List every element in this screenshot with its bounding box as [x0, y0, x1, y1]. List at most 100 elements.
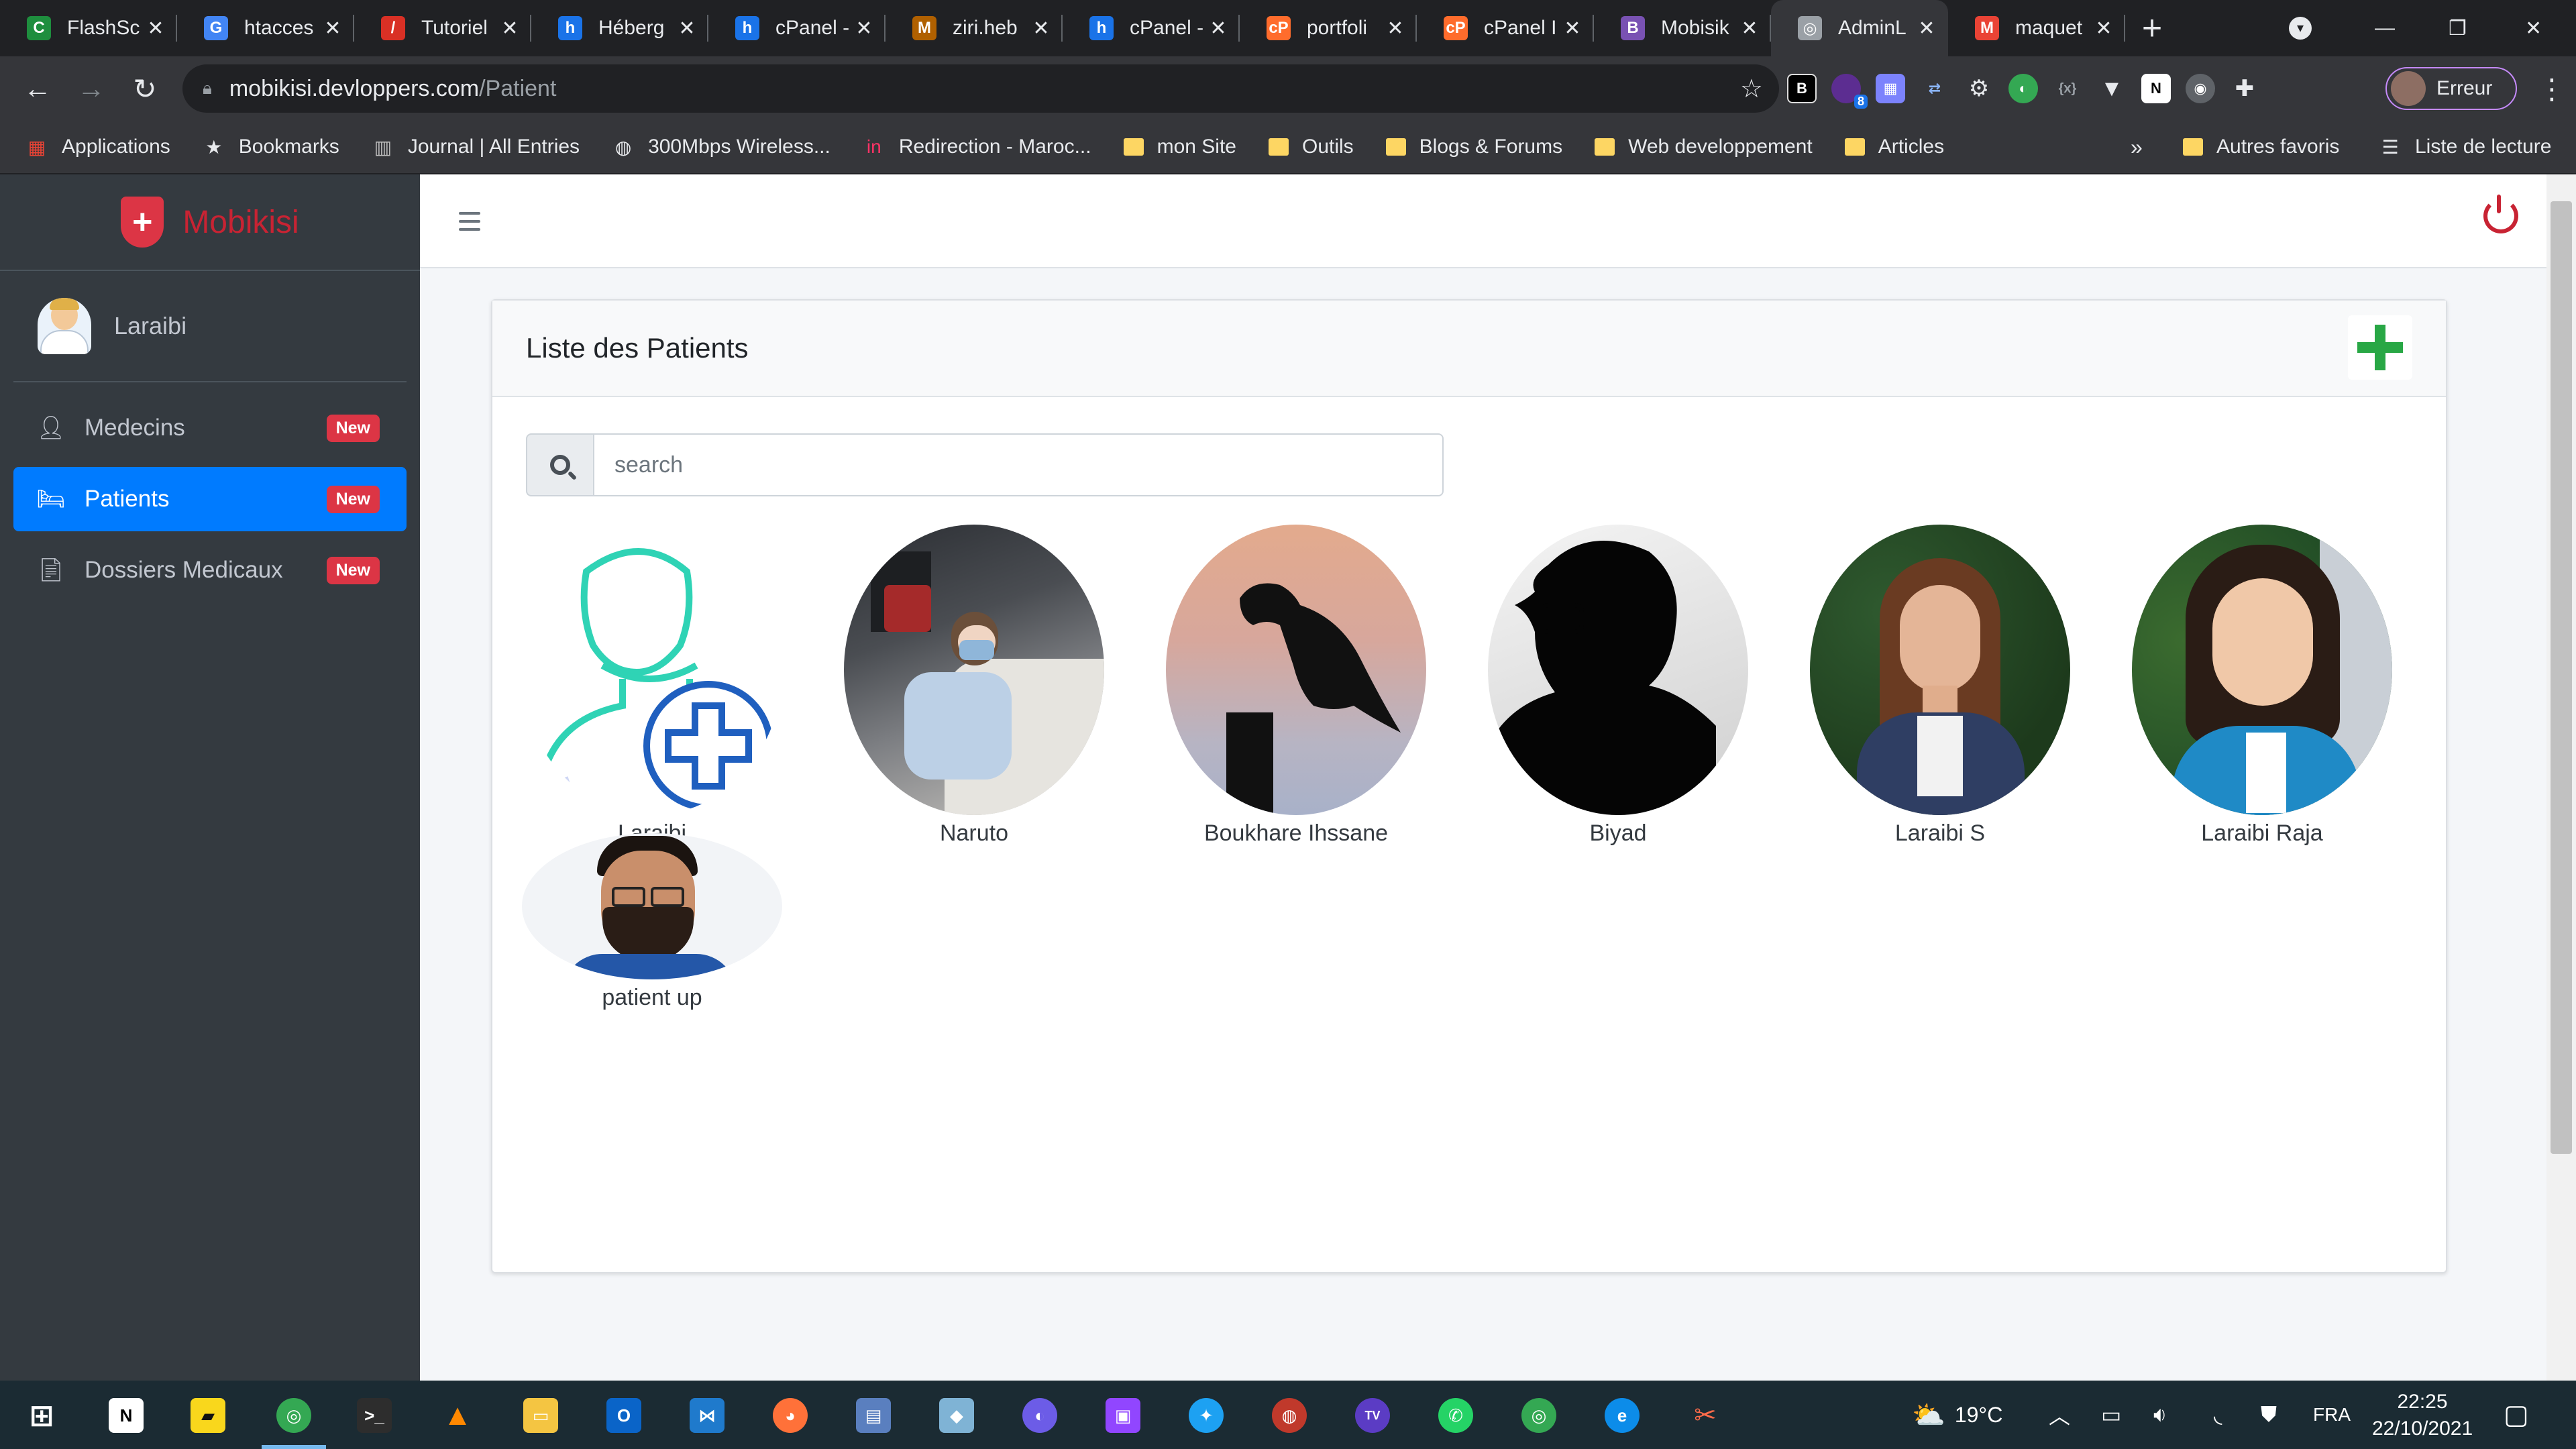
browser-tab[interactable]: Mmaquet ✕: [1948, 0, 2125, 56]
patient-photo[interactable]: [1166, 525, 1426, 815]
browser-tab[interactable]: Ghtacces ✕: [177, 0, 354, 56]
browser-tab[interactable]: B Mobisik ✕: [1594, 0, 1771, 56]
extension-purple-icon[interactable]: ▦: [1876, 74, 1905, 103]
tab-search-icon[interactable]: ▾: [2289, 0, 2312, 56]
bookmark-item[interactable]: Outils: [1268, 136, 1354, 158]
logout-power-icon[interactable]: [2483, 195, 2518, 233]
patient-card[interactable]: Naruto: [840, 525, 1108, 847]
browser-tab[interactable]: h Héberg ✕: [531, 0, 708, 56]
extension-code-icon[interactable]: {x}: [2053, 74, 2082, 103]
bookmark-item[interactable]: Blogs & Forums: [1385, 136, 1562, 158]
page-scrollbar[interactable]: [2546, 174, 2576, 1381]
extension-gray-icon[interactable]: ◉: [2186, 74, 2215, 103]
tab-close-icon[interactable]: ✕: [672, 17, 702, 40]
extension-gear-icon[interactable]: ⚙: [1964, 74, 1994, 103]
tab-close-icon[interactable]: ✕: [1203, 17, 1233, 40]
reading-list[interactable]: ☰ Liste de lecture: [2379, 136, 2551, 158]
tab-close-icon[interactable]: ✕: [141, 17, 170, 40]
tab-close-icon[interactable]: ✕: [1558, 17, 1587, 40]
edge-taskbar-icon[interactable]: e: [1605, 1398, 1640, 1433]
extension-badge-icon[interactable]: 8: [1831, 74, 1868, 109]
browser-tab[interactable]: h cPanel - ✕: [1063, 0, 1240, 56]
restore-icon[interactable]: ❐: [2449, 0, 2467, 56]
extension-drive-icon[interactable]: ◐: [2008, 74, 2038, 103]
patient-photo[interactable]: [844, 525, 1104, 815]
volume-icon[interactable]: 🔉︎: [2153, 1381, 2167, 1449]
snip-tool-taskbar-icon[interactable]: ✂: [1688, 1398, 1723, 1433]
bookmark-item[interactable]: ▥ Journal | All Entries: [372, 136, 580, 158]
back-icon[interactable]: ←: [11, 62, 64, 115]
tab-close-icon[interactable]: ✕: [1912, 17, 1941, 40]
bookmark-item[interactable]: in Redirection - Maroc...: [863, 136, 1091, 158]
chrome-profile-taskbar-icon[interactable]: ◎: [1521, 1398, 1556, 1433]
forward-icon[interactable]: →: [64, 62, 118, 115]
profile-button[interactable]: Erreur: [2385, 67, 2517, 110]
address-bar[interactable]: 🔒︎ mobikisi.devloppers.com/Patient ☆: [182, 64, 1779, 113]
vscode-taskbar-icon[interactable]: ⋈: [690, 1398, 724, 1433]
red-app-taskbar-icon[interactable]: ◍: [1272, 1398, 1307, 1433]
network-taskbar-icon[interactable]: ▤: [856, 1398, 891, 1433]
sidebar-item-dossiers-medicaux[interactable]: 📄︎ Dossiers Medicaux New: [13, 538, 407, 602]
iptv-taskbar-icon[interactable]: TV: [1355, 1398, 1390, 1433]
tray-overflow-icon[interactable]: ︿: [2049, 1381, 2070, 1449]
bookmark-item[interactable]: mon Site: [1123, 136, 1236, 158]
window-close-icon[interactable]: ✕: [2525, 0, 2542, 56]
bookmark-item[interactable]: Web developpement: [1595, 136, 1813, 158]
terminal-taskbar-icon[interactable]: >_: [357, 1398, 392, 1433]
sidebar-item-medecins[interactable]: 👤︎ Medecins New: [13, 396, 407, 460]
patient-card[interactable]: Boukhare Ihssane: [1162, 525, 1430, 847]
tab-close-icon[interactable]: ✕: [495, 17, 525, 40]
add-patient-button[interactable]: [2348, 315, 2412, 380]
security-shield-icon[interactable]: ⛊: [2261, 1381, 2277, 1449]
browser-tab[interactable]: ◎ AdminL ✕: [1771, 0, 1948, 56]
extension-notion-icon[interactable]: N: [2141, 74, 2171, 103]
bookmarks-overflow-icon[interactable]: »: [2131, 135, 2143, 160]
browser-tab[interactable]: h cPanel - ✕: [708, 0, 885, 56]
windows-start-icon[interactable]: ⊞: [24, 1398, 59, 1433]
whatsapp-taskbar-icon[interactable]: ✆: [1438, 1398, 1473, 1433]
sticky-notes-taskbar-icon[interactable]: ▰: [191, 1398, 225, 1433]
app-taskbar-icon[interactable]: ◆: [939, 1398, 974, 1433]
tab-close-icon[interactable]: ✕: [1381, 17, 1410, 40]
notion-taskbar-icon[interactable]: N: [109, 1398, 144, 1433]
user-panel[interactable]: Laraibi: [13, 271, 407, 382]
extension-translate-icon[interactable]: ⇄: [1920, 74, 1949, 103]
bookmark-star-icon[interactable]: ☆: [1740, 74, 1763, 104]
browser-tab[interactable]: C FlashSc ✕: [0, 0, 177, 56]
browser-tab[interactable]: / Tutoriel ✕: [354, 0, 531, 56]
chrome-taskbar-icon[interactable]: ◎: [276, 1398, 311, 1433]
browser-tab[interactable]: Mziri.heb ✕: [885, 0, 1063, 56]
weather-widget[interactable]: ⛅ 19°C: [1912, 1381, 2002, 1449]
brand-link[interactable]: + Mobikisi: [0, 174, 420, 271]
battery-icon[interactable]: ▭: [2101, 1381, 2121, 1449]
browser-tab[interactable]: cP cPanel I ✕: [1417, 0, 1594, 56]
patient-card[interactable]: Biyad: [1484, 525, 1752, 847]
extension-vue-icon[interactable]: ▼: [2097, 74, 2127, 103]
file-explorer-taskbar-icon[interactable]: ▭: [523, 1398, 558, 1433]
bookmark-item[interactable]: ★ Bookmarks: [203, 136, 339, 158]
eclipse-taskbar-icon[interactable]: ◐: [1022, 1398, 1057, 1433]
vlc-taskbar-icon[interactable]: ▲: [440, 1398, 475, 1433]
outlook-taskbar-icon[interactable]: O: [606, 1398, 641, 1433]
reload-icon[interactable]: ↻: [118, 62, 172, 115]
patient-photo[interactable]: [1488, 525, 1748, 815]
patient-photo[interactable]: [1810, 525, 2070, 815]
bookmark-item[interactable]: ◍ 300Mbps Wireless...: [612, 136, 830, 158]
extensions-puzzle-icon[interactable]: ✚: [2230, 74, 2259, 103]
bookmark-item[interactable]: ▦ Applications: [25, 136, 170, 158]
tab-close-icon[interactable]: ✕: [2089, 17, 2118, 40]
new-tab-button[interactable]: +: [2125, 0, 2179, 56]
sidebar-item-patients[interactable]: 🛏︎ Patients New: [13, 467, 407, 531]
twitter-taskbar-icon[interactable]: ✦: [1189, 1398, 1224, 1433]
menu-toggle-icon[interactable]: [459, 212, 480, 231]
other-bookmarks-folder[interactable]: Autres favoris: [2183, 136, 2339, 158]
patient-card[interactable]: Laraibi: [518, 525, 786, 847]
scrollbar-thumb[interactable]: [2551, 201, 2572, 1154]
tab-close-icon[interactable]: ✕: [318, 17, 347, 40]
patient-photo[interactable]: [522, 525, 782, 815]
tab-close-icon[interactable]: ✕: [1735, 17, 1764, 40]
tab-close-icon[interactable]: ✕: [849, 17, 879, 40]
language-indicator[interactable]: FRA: [2313, 1381, 2351, 1449]
wifi-icon[interactable]: ◟: [2214, 1381, 2222, 1449]
tab-close-icon[interactable]: ✕: [1026, 17, 1056, 40]
